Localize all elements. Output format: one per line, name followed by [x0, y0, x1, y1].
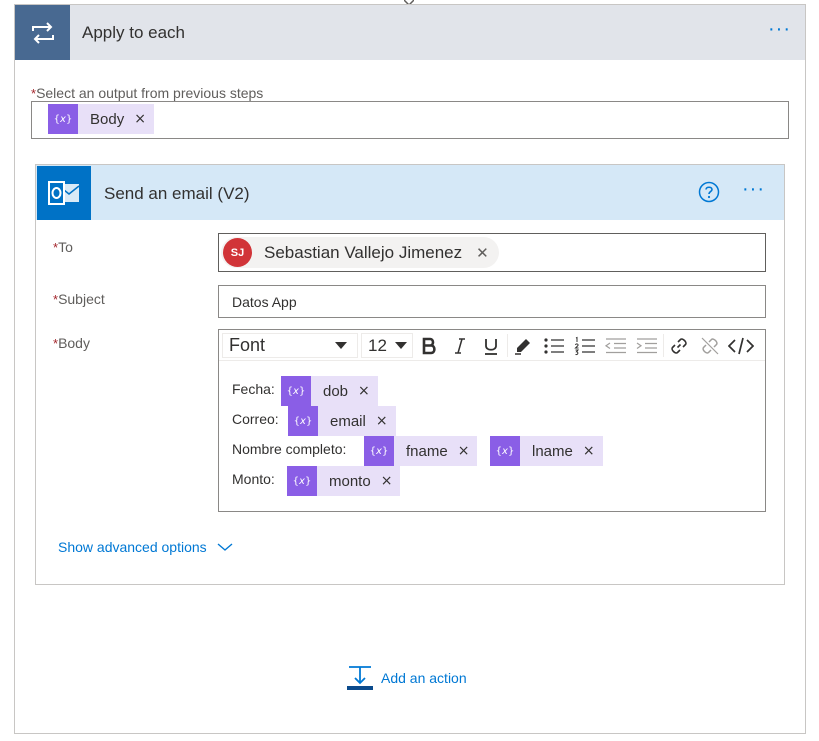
bold-button[interactable] — [415, 333, 443, 359]
select-output-label-text: Select an output from previous steps — [36, 85, 264, 101]
avatar: SJ — [223, 238, 252, 267]
select-output-label: *Select an output from previous steps — [31, 85, 263, 101]
decrease-indent-button[interactable] — [602, 333, 630, 359]
underline-icon — [485, 339, 497, 355]
body-label: *Body — [53, 335, 90, 351]
font-size-value: 12 — [368, 336, 387, 355]
help-icon[interactable] — [698, 181, 720, 203]
subject-label: *Subject — [53, 291, 105, 307]
expression-icon: {x} — [364, 436, 394, 466]
numbered-list-button[interactable] — [571, 333, 599, 359]
select-output-input[interactable]: {x} Body × — [31, 101, 789, 139]
apply-to-each-header[interactable]: Apply to each ··· — [15, 5, 805, 60]
apply-to-each-more-button[interactable]: ··· — [768, 19, 791, 39]
marker-icon — [515, 339, 530, 355]
remove-token-button[interactable]: × — [358, 383, 378, 399]
code-view-button[interactable] — [727, 333, 755, 359]
token-label: monto — [329, 472, 371, 490]
loop-icon — [15, 5, 70, 60]
remove-link-button[interactable] — [696, 333, 724, 359]
recipient-chip[interactable]: SJ Sebastian Vallejo Jimenez ✕ — [221, 237, 499, 268]
italic-icon — [455, 338, 465, 354]
code-icon — [728, 337, 754, 355]
body-line-fecha-label: Fecha: — [232, 381, 275, 397]
toolbar-separator — [507, 334, 508, 357]
remove-token-button[interactable]: × — [381, 473, 401, 489]
show-advanced-options-label: Show advanced options — [58, 539, 207, 555]
send-email-more-button[interactable]: ··· — [742, 179, 765, 199]
chevron-down-icon — [217, 543, 233, 551]
font-family-value: Font — [229, 335, 266, 355]
increase-indent-button[interactable] — [633, 333, 661, 359]
outlook-icon — [37, 166, 91, 220]
remove-recipient-button[interactable]: ✕ — [476, 244, 489, 262]
dynamic-content-token[interactable]: {x} lname × — [490, 436, 603, 466]
apply-to-each-card: Apply to each ··· *Select an output from… — [14, 4, 806, 734]
insert-link-button[interactable] — [665, 333, 693, 359]
to-label: *To — [53, 239, 73, 255]
dynamic-content-token[interactable]: {x} email × — [288, 406, 396, 436]
unlink-icon — [701, 337, 719, 355]
body-line-correo-label: Correo: — [232, 411, 279, 427]
remove-token-button[interactable]: × — [583, 443, 603, 459]
remove-token-button[interactable]: × — [134, 111, 154, 127]
caret-down-icon — [335, 342, 347, 349]
subject-input[interactable]: Datos App — [218, 285, 766, 318]
expression-icon: {x} — [287, 466, 317, 496]
expression-icon: {x} — [288, 406, 318, 436]
subject-label-text: Subject — [58, 291, 105, 307]
highlight-button[interactable] — [509, 333, 537, 359]
apply-to-each-title: Apply to each — [82, 23, 186, 42]
bold-icon — [422, 337, 436, 355]
bullet-list-icon — [544, 338, 564, 354]
body-line-monto-label: Monto: — [232, 471, 275, 487]
dynamic-content-token[interactable]: {x} monto × — [287, 466, 401, 496]
body-line-nombre-label: Nombre completo: — [232, 441, 347, 457]
italic-button[interactable] — [446, 333, 474, 359]
remove-token-button[interactable]: × — [458, 443, 478, 459]
add-an-action-button[interactable]: Add an action — [347, 665, 467, 691]
dynamic-content-token[interactable]: {x} Body × — [48, 104, 154, 134]
token-label: Body — [90, 110, 125, 128]
body-editor[interactable]: Font 12 Fecha: {x} dob × Correo: {x}… — [218, 329, 766, 512]
expression-icon: {x} — [490, 436, 520, 466]
font-size-select[interactable]: 12 — [361, 333, 413, 358]
token-label: dob — [323, 382, 349, 400]
body-label-text: Body — [58, 335, 90, 351]
rich-text-toolbar: Font 12 — [219, 330, 765, 361]
numbered-list-icon — [574, 336, 595, 356]
add-an-action-label: Add an action — [381, 670, 467, 686]
dynamic-content-token[interactable]: {x} dob × — [281, 376, 378, 406]
toolbar-separator — [663, 334, 664, 357]
send-email-header[interactable]: Send an email (V2) ··· — [36, 165, 784, 220]
decrease-indent-icon — [605, 338, 626, 354]
dynamic-content-token[interactable]: {x} fname × — [364, 436, 478, 466]
add-action-icon — [347, 666, 373, 690]
expression-icon: {x} — [281, 376, 311, 406]
show-advanced-options-link[interactable]: Show advanced options — [58, 539, 233, 555]
token-label: email — [330, 412, 366, 430]
font-family-select[interactable]: Font — [222, 333, 358, 358]
expression-icon: {x} — [48, 104, 78, 134]
increase-indent-icon — [636, 338, 657, 354]
recipient-name: Sebastian Vallejo Jimenez — [264, 242, 463, 262]
bullet-list-button[interactable] — [540, 333, 568, 359]
to-input[interactable]: SJ Sebastian Vallejo Jimenez ✕ — [218, 233, 766, 272]
underline-button[interactable] — [477, 333, 505, 359]
token-label: fname — [406, 442, 448, 460]
remove-token-button[interactable]: × — [376, 413, 396, 429]
caret-down-icon — [395, 342, 407, 349]
send-email-title: Send an email (V2) — [104, 184, 250, 203]
link-icon — [671, 338, 687, 354]
send-email-card: Send an email (V2) ··· *To SJ Sebastian … — [35, 164, 785, 585]
to-label-text: To — [58, 239, 73, 255]
token-label: lname — [532, 442, 573, 460]
